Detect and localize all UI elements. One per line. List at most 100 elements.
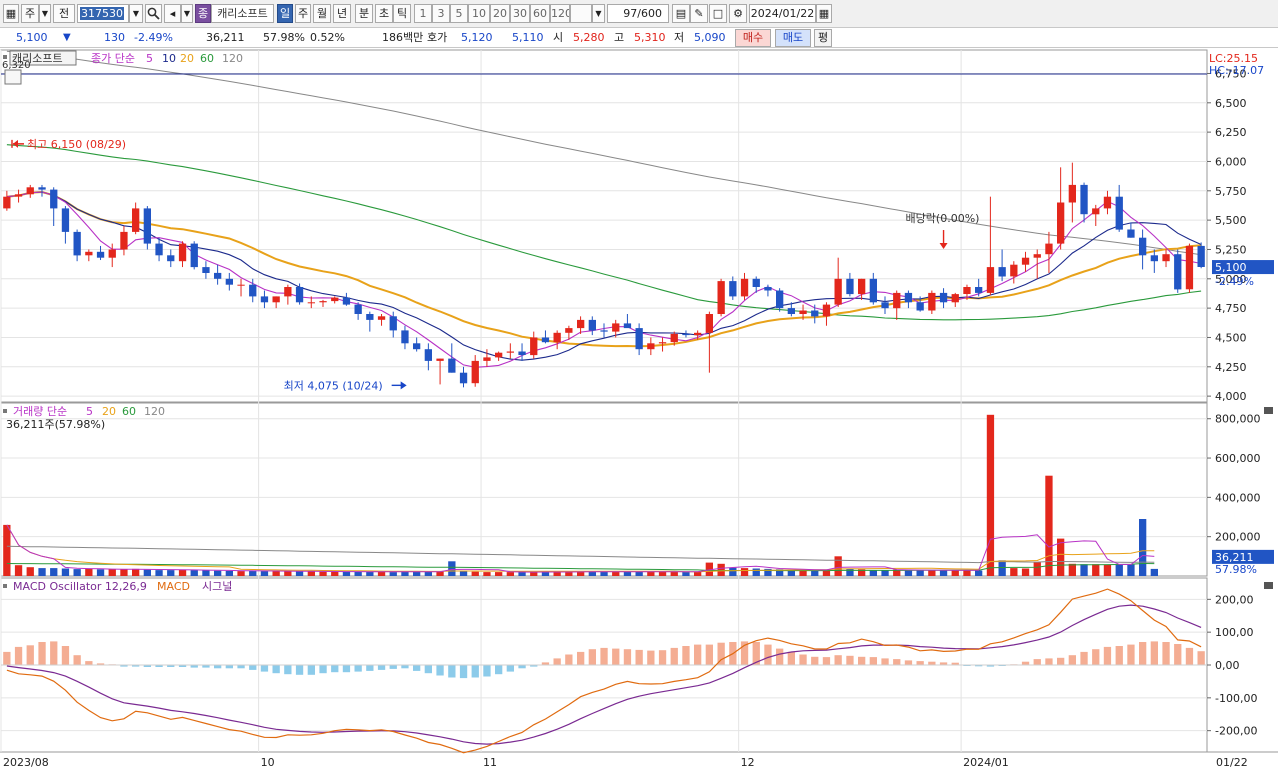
volume-bar [354, 571, 362, 576]
calendar-icon[interactable]: ▦ [816, 4, 832, 23]
oscillator-bar [295, 665, 304, 675]
oscillator-bar [471, 665, 479, 678]
candle-body [506, 351, 514, 353]
volume-bar [1045, 475, 1053, 576]
volume-bar [623, 571, 632, 576]
candle-body [424, 349, 432, 361]
candle-body [799, 310, 807, 314]
candle-body [249, 284, 257, 297]
candle-body [963, 287, 971, 294]
volume-bar [647, 571, 655, 576]
price-legend-ma120: 120 [222, 52, 243, 65]
price-legend-ma5: 5 [146, 52, 153, 65]
volume-bar [846, 568, 854, 576]
dropdown-icon[interactable]: ▼ [39, 4, 51, 23]
candle-body [670, 333, 678, 343]
interval-month-tab[interactable]: 월 [313, 4, 331, 23]
minute-60-button[interactable]: 60 [530, 4, 550, 23]
speaker-dropdown-icon[interactable]: ▼ [181, 4, 193, 23]
volume-bar [295, 571, 304, 576]
interval-year-tab[interactable]: 년 [333, 4, 351, 23]
interval-week-tab[interactable]: 주 [295, 4, 311, 23]
oscillator-bar [272, 665, 280, 674]
candle-body [167, 255, 175, 262]
interval-week-label: 주 [297, 7, 309, 20]
price-legend-label: 종가 단순 [91, 52, 135, 65]
stock-chart[interactable]: 6,7506,5006,2506,0005,7505,5005,2505,000… [0, 48, 1278, 775]
eval-button[interactable]: 평 [814, 29, 832, 47]
candle-body [73, 231, 81, 256]
candle-body [342, 297, 351, 305]
interval-second-tab[interactable]: 초 [375, 4, 393, 23]
candle-body [202, 267, 210, 273]
interval-day-tab[interactable]: 일 [277, 4, 293, 23]
candle-body [834, 278, 842, 305]
period-select[interactable]: 주 [21, 4, 39, 23]
volume-bar [518, 572, 526, 576]
minute-3-button[interactable]: 3 [432, 4, 450, 23]
volume-bar [38, 568, 46, 576]
minute-120-button[interactable]: 120 [550, 4, 570, 23]
interval-minute-tab[interactable]: 분 [355, 4, 373, 23]
count-input[interactable]: 97/600 [607, 4, 669, 23]
save-icon[interactable]: □ [709, 4, 727, 23]
stock-type-badge: 종 [195, 4, 211, 23]
price-legend-ma10: 10 [162, 52, 176, 65]
candle-body [694, 332, 702, 336]
volume-bar [85, 568, 93, 576]
sell-button[interactable]: 매도 [775, 29, 811, 47]
code-input[interactable]: 317530 [77, 4, 129, 23]
volume-bar [658, 571, 667, 576]
minute-10-button[interactable]: 10 [468, 4, 490, 23]
date-input[interactable]: 2024/01/22 [749, 4, 816, 23]
oscillator-bar [260, 665, 269, 672]
edit-icon[interactable]: ✎ [690, 4, 708, 23]
x-tick-label: 12 [741, 756, 755, 769]
minute-30-button[interactable]: 30 [510, 4, 530, 23]
minute-20-button[interactable]: 20 [490, 4, 510, 23]
oscillator-bar [565, 654, 573, 665]
candle-body [1068, 184, 1076, 203]
volume-bar [939, 570, 948, 576]
trade-amount: 186백만 [382, 31, 424, 44]
candle-body [893, 292, 901, 309]
candle-body [307, 302, 315, 304]
price-ytick-label: 5,500 [1215, 214, 1247, 227]
code-dropdown-icon[interactable]: ▼ [129, 4, 143, 23]
volume-bar [225, 570, 233, 576]
candle-body [366, 314, 374, 320]
grid-icon[interactable]: ▦ [3, 4, 19, 23]
volume-bar [998, 560, 1006, 576]
minute-1-label: 1 [419, 7, 427, 20]
price-ytick-label: 6,000 [1215, 155, 1247, 168]
oscillator-bar [1068, 655, 1076, 665]
minute-5-button[interactable]: 5 [450, 4, 468, 23]
date-value: 2024/01/22 [750, 7, 815, 20]
gear-icon[interactable]: ⚙ [729, 4, 747, 23]
speaker-icon[interactable]: ◂ [164, 4, 181, 23]
open-price: 5,280 [573, 31, 605, 44]
candle-body [729, 281, 737, 297]
prev-button[interactable]: 전 [53, 4, 75, 23]
candle-body [471, 360, 479, 384]
minute-30-label: 30 [513, 7, 527, 20]
candle-body [776, 290, 784, 309]
volume-bar [986, 414, 995, 576]
custom-interval-dropdown-icon[interactable]: ▼ [592, 4, 605, 23]
bid-ask-label: 호가 [427, 31, 448, 44]
minute-1-button[interactable]: 1 [414, 4, 432, 23]
candle-body [928, 292, 936, 311]
oscillator-bar [1162, 642, 1170, 665]
candle-body [612, 323, 620, 332]
interval-tick-tab[interactable]: 틱 [393, 4, 411, 23]
volume-ytick-label: 400,000 [1215, 491, 1261, 504]
volume-legend-label: 거래량 단순 [13, 405, 67, 418]
search-icon[interactable] [145, 4, 162, 23]
candle-body [553, 332, 561, 343]
volume-bar [881, 570, 889, 576]
custom-interval-input[interactable] [570, 4, 592, 23]
oscillator-bar [881, 658, 889, 665]
buy-button[interactable]: 매수 [735, 29, 771, 47]
candle-body [1080, 184, 1088, 215]
compare-icon[interactable]: ▤ [672, 4, 690, 23]
